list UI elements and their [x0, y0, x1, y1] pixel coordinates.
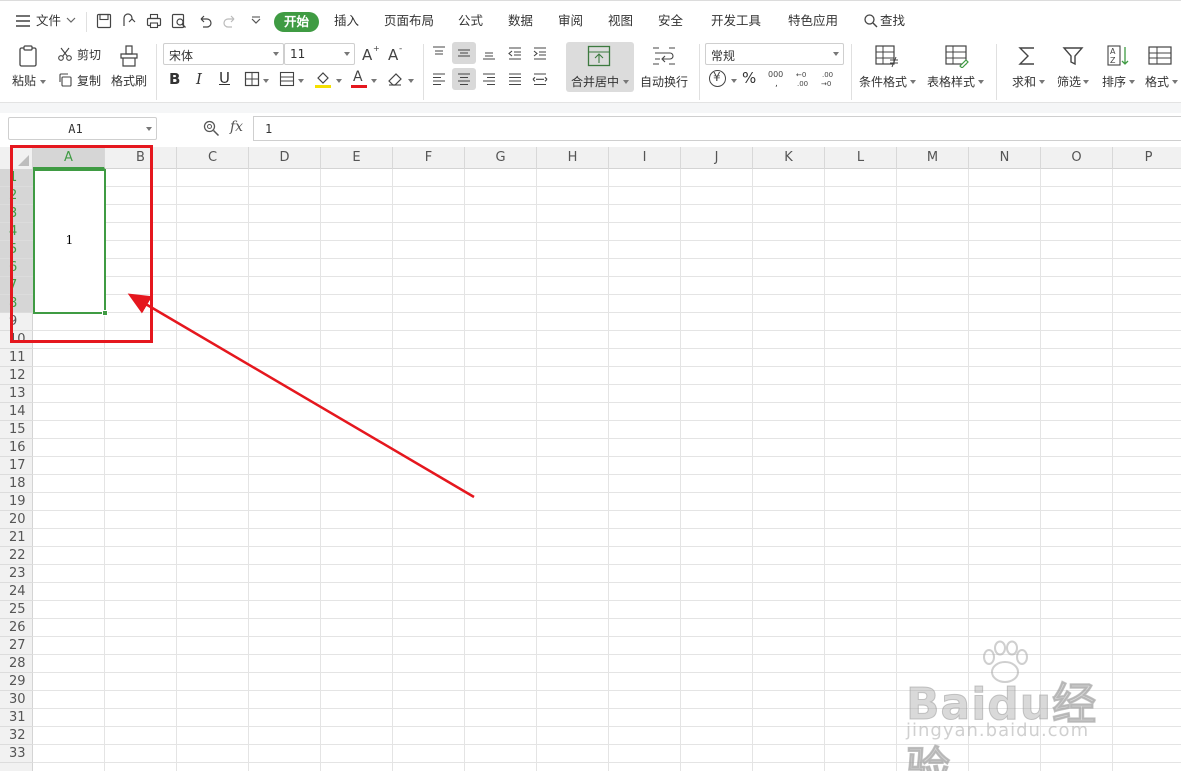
watermark-url: jingyan.baidu.com	[906, 720, 1090, 741]
watermark-logo: Baidu经验 jingyan.baidu.com	[900, 640, 1130, 771]
